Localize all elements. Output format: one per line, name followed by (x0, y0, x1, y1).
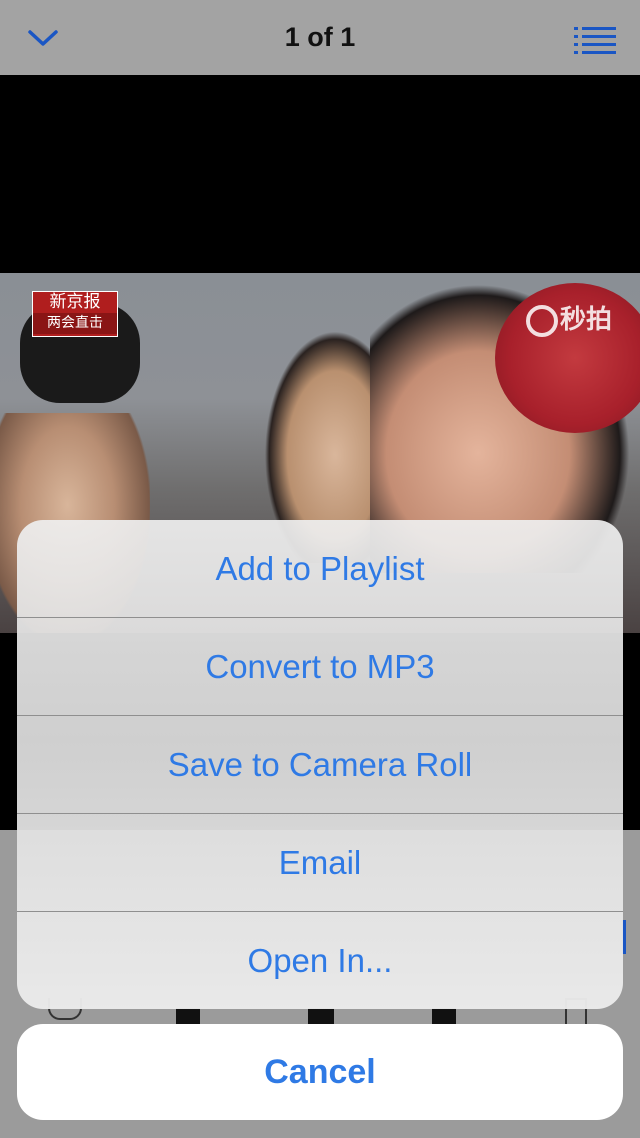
watermark-ring-icon (525, 304, 558, 337)
add-to-playlist-button[interactable]: Add to Playlist (17, 520, 623, 618)
convert-to-mp3-button[interactable]: Convert to MP3 (17, 618, 623, 716)
open-in-button[interactable]: Open In... (17, 912, 623, 1009)
email-button[interactable]: Email (17, 814, 623, 912)
action-sheet: Add to Playlist Convert to MP3 Save to C… (17, 520, 623, 1009)
channel-logo-line2: 两会直击 (33, 313, 117, 334)
watermark-text: 秒拍 (559, 305, 612, 335)
cancel-button[interactable]: Cancel (17, 1024, 623, 1120)
channel-logo-line1: 新京报 (49, 292, 101, 312)
channel-logo: 新京报 两会直击 (32, 291, 118, 337)
save-to-camera-roll-button[interactable]: Save to Camera Roll (17, 716, 623, 814)
video-watermark: 秒拍 (525, 299, 612, 337)
page-title: 1 of 1 (284, 22, 356, 52)
navigation-bar: 1 of 1 (0, 0, 640, 76)
list-icon[interactable] (574, 24, 616, 54)
